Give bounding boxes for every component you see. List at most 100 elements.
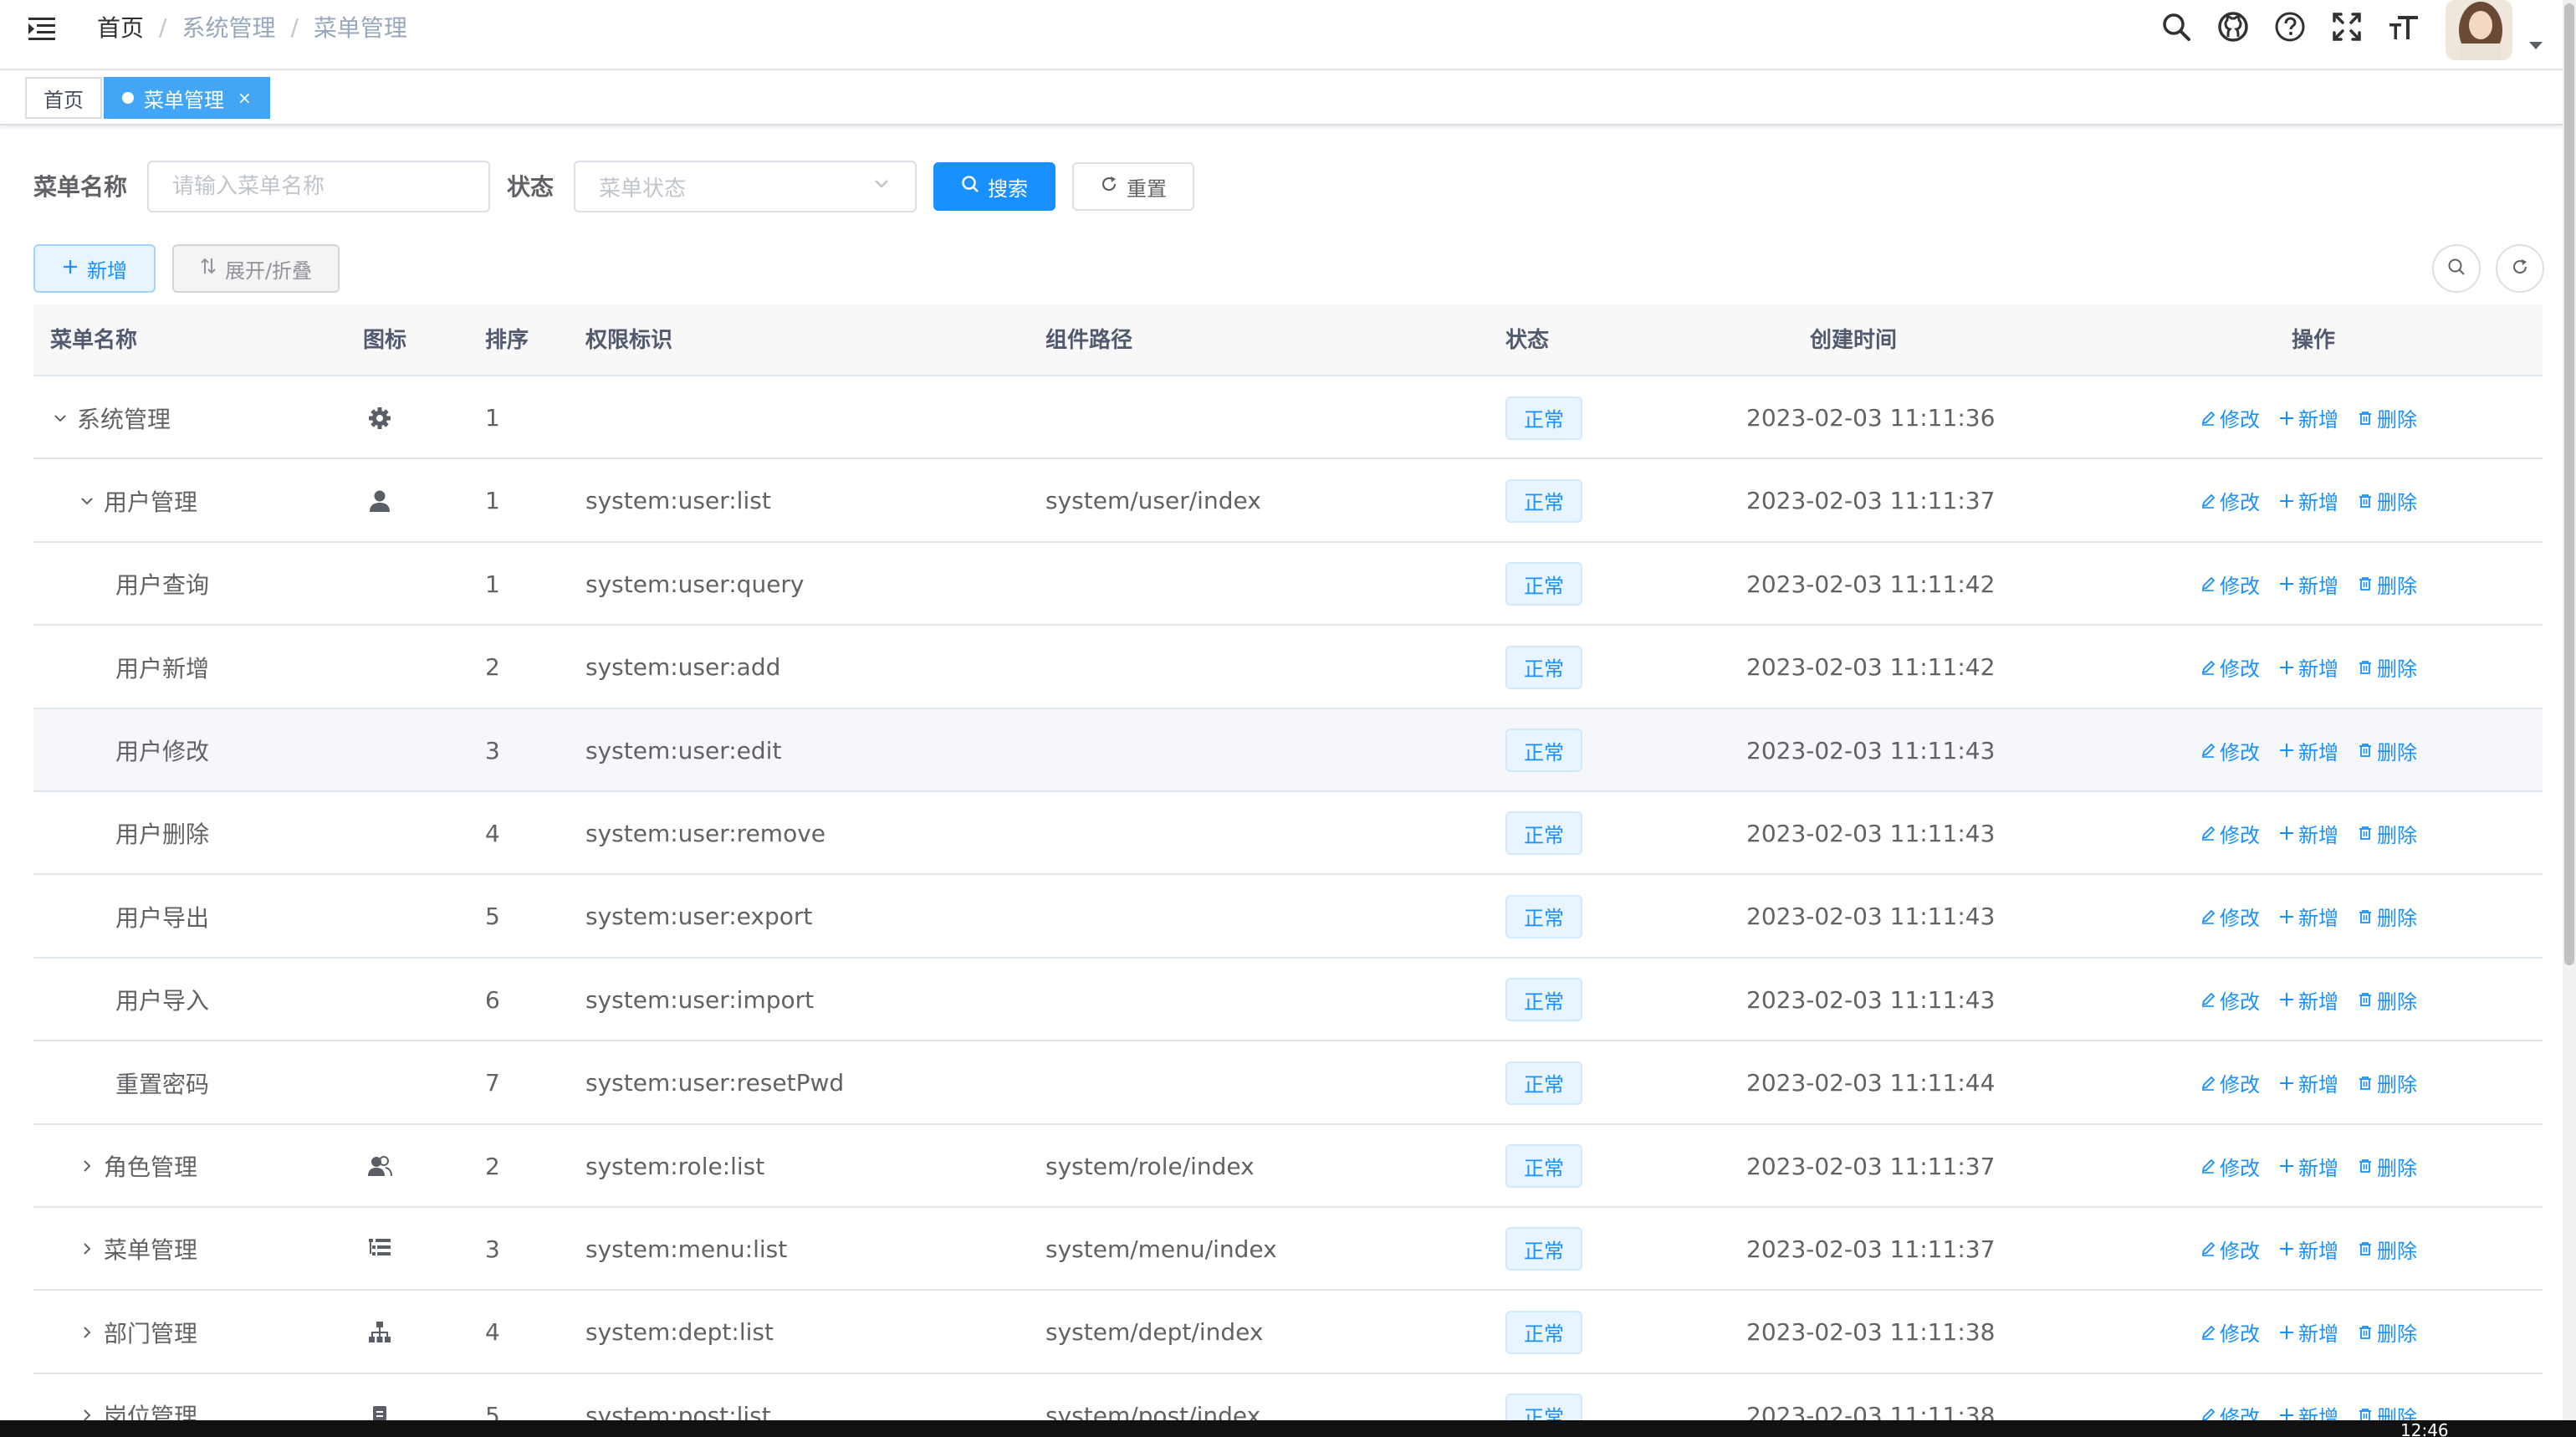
table-row[interactable]: 用户导出 5 system:user:export 正常 2023-02-03 11:1… (33, 875, 2543, 959)
status-label: 状态 (507, 173, 555, 201)
delete-button[interactable]: 删除 (2357, 819, 2417, 848)
delete-button-label: 删除 (2377, 408, 2417, 432)
icon-cell (355, 875, 405, 958)
reset-button[interactable]: 重置 (1072, 162, 1194, 211)
add-child-button[interactable]: 新增 (2278, 1235, 2338, 1264)
breadcrumb-home[interactable]: 首页 (97, 10, 144, 43)
search-button[interactable]: 搜索 (933, 162, 1055, 211)
delete-button[interactable]: 删除 (2357, 736, 2417, 765)
add-child-button[interactable]: 新增 (2278, 819, 2338, 848)
add-child-button[interactable]: 新增 (2278, 985, 2338, 1015)
table-row[interactable]: 用户导入 6 system:user:import 正常 2023-02-03 11:1… (33, 958, 2543, 1042)
order-cell: 3 (485, 736, 500, 765)
add-child-button[interactable]: 新增 (2278, 1317, 2338, 1347)
operations-cell: 修改 新增 删除 (2200, 459, 2435, 542)
trash-icon (2357, 991, 2377, 1008)
column-header: 图标 (363, 328, 407, 353)
table-row[interactable]: 部门管理 4 system:dept:list system/dept/index 正常… (33, 1291, 2543, 1374)
edit-button[interactable]: 修改 (2200, 902, 2260, 931)
delete-button[interactable]: 删除 (2357, 570, 2417, 599)
edit-button[interactable]: 修改 (2200, 1152, 2260, 1181)
delete-button[interactable]: 删除 (2357, 1317, 2417, 1347)
table-row[interactable]: 用户新增 2 system:user:add 正常 2023-02-03 11:11:4… (33, 626, 2543, 709)
delete-button[interactable]: 删除 (2357, 1068, 2417, 1097)
add-button[interactable]: 新增 (33, 244, 156, 293)
status-select[interactable]: 菜单状态 (574, 161, 917, 212)
chevron-right-icon[interactable] (75, 1321, 99, 1344)
component-cell: system/role/index (1045, 1152, 1255, 1180)
edit-button[interactable]: 修改 (2200, 1317, 2260, 1347)
table-row[interactable]: 菜单管理 3 system:menu:list system/menu/index 正常… (33, 1207, 2543, 1291)
font-size-icon[interactable] (2385, 8, 2422, 45)
add-child-button[interactable]: 新增 (2278, 902, 2338, 931)
delete-button[interactable]: 删除 (2357, 902, 2417, 931)
add-child-button[interactable]: 新增 (2278, 652, 2338, 682)
plus-icon (2278, 659, 2298, 676)
edit-button[interactable]: 修改 (2200, 985, 2260, 1015)
table-row[interactable]: 用户查询 1 system:user:query 正常 2023-02-03 11:11… (33, 542, 2543, 626)
menu-name-label: 菜单名称 (33, 173, 128, 201)
edit-button[interactable]: 修改 (2200, 403, 2260, 432)
delete-button[interactable]: 删除 (2357, 985, 2417, 1015)
add-child-button[interactable]: 新增 (2278, 1152, 2338, 1181)
perms-cell: system:user:export (585, 903, 813, 931)
edit-button[interactable]: 修改 (2200, 736, 2260, 765)
delete-button[interactable]: 删除 (2357, 486, 2417, 515)
add-child-button[interactable]: 新增 (2278, 1068, 2338, 1097)
order-cell: 2 (485, 1152, 500, 1180)
menu-name-cell: 菜单管理 (75, 1208, 197, 1291)
add-child-button[interactable]: 新增 (2278, 570, 2338, 599)
delete-button[interactable]: 删除 (2357, 652, 2417, 682)
tag-menu-management[interactable]: 菜单管理 × (104, 77, 270, 119)
close-icon[interactable]: × (238, 88, 252, 108)
table-row[interactable]: 用户管理 1 system:user:list system/user/index 正常… (33, 459, 2543, 543)
menu-table: 菜单名称 图标 排序 权限标识 组件路径 状态 创建时间 操作 系统管理 1 正常 2… (33, 304, 2543, 1437)
chevron-right-icon[interactable] (75, 1237, 99, 1261)
expand-collapse-label: 展开/折叠 (224, 258, 313, 283)
avatar[interactable] (2446, 0, 2512, 60)
caret-down-icon[interactable] (2529, 42, 2543, 49)
menu-name-cell: 用户导入 (87, 959, 209, 1041)
add-child-button-label: 新增 (2298, 823, 2338, 847)
edit-button[interactable]: 修改 (2200, 570, 2260, 599)
table-row[interactable]: 系统管理 1 正常 2023-02-03 11:11:36 修改 新增 删除 (33, 376, 2543, 460)
add-child-button[interactable]: 新增 (2278, 736, 2338, 765)
column-header: 操作 (2292, 328, 2336, 353)
column-header: 组件路径 (1045, 328, 1133, 353)
search-icon[interactable] (2158, 8, 2195, 45)
table-row[interactable]: 用户修改 3 system:user:edit 正常 2023-02-03 11:11:… (33, 708, 2543, 792)
edit-button[interactable]: 修改 (2200, 819, 2260, 848)
add-child-button[interactable]: 新增 (2278, 403, 2338, 432)
component-cell: system/dept/index (1045, 1318, 1264, 1347)
toggle-search-button[interactable] (2432, 244, 2481, 293)
refresh-button[interactable] (2496, 244, 2544, 293)
tag-home[interactable]: 首页 (25, 77, 102, 119)
delete-button[interactable]: 删除 (2357, 1152, 2417, 1181)
status-cell: 正常 (1505, 1041, 1582, 1124)
table-row[interactable]: 用户删除 4 system:user:remove 正常 2023-02-03 11:1… (33, 791, 2543, 876)
edit-button[interactable]: 修改 (2200, 486, 2260, 515)
edit-button[interactable]: 修改 (2200, 1235, 2260, 1264)
column-header: 排序 (485, 328, 529, 353)
github-icon[interactable] (2215, 8, 2251, 45)
table-row[interactable]: 角色管理 2 system:role:list system/role/index 正常… (33, 1124, 2543, 1208)
add-child-button[interactable]: 新增 (2278, 486, 2338, 515)
scrollbar-thumb[interactable] (2564, 3, 2574, 965)
perms-cell: system:menu:list (585, 1235, 788, 1263)
expand-collapse-button[interactable]: 展开/折叠 (172, 244, 340, 293)
fullscreen-icon[interactable] (2328, 8, 2365, 45)
edit-button[interactable]: 修改 (2200, 1068, 2260, 1097)
edit-icon (2200, 575, 2220, 592)
chevron-down-icon[interactable] (75, 489, 99, 513)
question-icon[interactable] (2272, 8, 2308, 45)
edit-icon (2200, 991, 2220, 1008)
delete-button[interactable]: 删除 (2357, 1235, 2417, 1264)
hamburger-icon[interactable] (25, 12, 59, 45)
chevron-right-icon[interactable] (75, 1154, 99, 1178)
chevron-down-icon[interactable] (49, 407, 72, 430)
delete-button[interactable]: 删除 (2357, 403, 2417, 432)
table-row[interactable]: 重置密码 7 system:user:resetPwd 正常 2023-02-03 11… (33, 1041, 2543, 1125)
menu-name-input[interactable] (172, 174, 465, 199)
menu-name-text: 角色管理 (104, 1153, 198, 1182)
edit-button[interactable]: 修改 (2200, 652, 2260, 682)
